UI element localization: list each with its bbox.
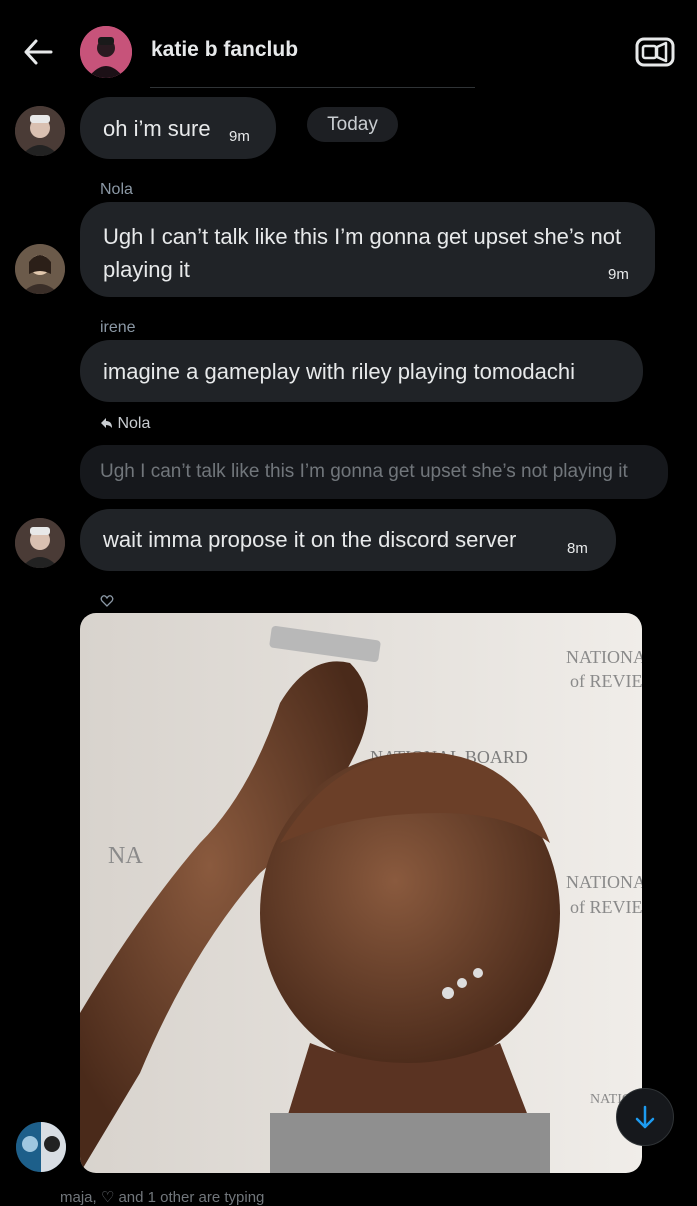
svg-text:NATIONA: NATIONA — [566, 872, 642, 892]
svg-text:of REVIE: of REVIE — [570, 671, 642, 691]
message-text: imagine a gameplay with riley playing to… — [103, 359, 576, 384]
message-time: 9m — [608, 266, 629, 283]
sender-name[interactable]: irene — [100, 319, 136, 337]
svg-text:NA: NA — [108, 843, 143, 869]
reply-to-name: Nola — [117, 415, 151, 432]
typing-indicator: maja, ♡ and 1 other are typing — [60, 1189, 265, 1206]
message-text: wait imma propose it on the discord serv… — [103, 527, 517, 552]
arrow-left-icon — [24, 39, 53, 65]
message-bubble[interactable]: oh i’m sure 9m — [80, 97, 276, 159]
date-separator: Today — [307, 107, 398, 142]
message-bubble[interactable]: Ugh I can’t talk like this I’m gonna get… — [80, 202, 655, 297]
message-bubble[interactable]: imagine a gameplay with riley playing to… — [80, 340, 643, 402]
message-text: Ugh I can’t talk like this I’m gonna get… — [103, 224, 622, 282]
avatar[interactable] — [16, 1122, 66, 1172]
message-time: 8m — [567, 540, 588, 557]
svg-text:NATIONA: NATIONA — [566, 647, 642, 667]
heart-outline-icon — [100, 595, 114, 607]
scroll-to-bottom-button[interactable] — [616, 1088, 674, 1146]
message-bubble[interactable]: wait imma propose it on the discord serv… — [80, 509, 616, 571]
avatar[interactable] — [15, 244, 65, 294]
quoted-message[interactable]: Ugh I can’t talk like this I’m gonna get… — [80, 445, 668, 499]
reply-indicator[interactable]: Nola — [100, 415, 150, 433]
group-avatar[interactable] — [80, 26, 132, 78]
conversation-title[interactable]: katie b fanclub — [151, 38, 298, 62]
avatar[interactable] — [15, 518, 65, 568]
message-text: oh i’m sure — [103, 116, 211, 141]
video-call-button[interactable] — [635, 35, 675, 69]
message-time: 9m — [229, 128, 250, 145]
sender-name[interactable]: Nola — [100, 181, 133, 199]
video-camera-icon — [635, 37, 675, 67]
svg-text:of REVIE: of REVIE — [570, 897, 642, 917]
header-divider — [150, 87, 475, 88]
arrow-down-icon — [635, 1105, 655, 1129]
reply-arrow-icon — [101, 418, 112, 428]
add-reaction-button[interactable] — [100, 594, 114, 613]
back-button[interactable] — [22, 38, 54, 66]
quoted-text: Ugh I can’t talk like this I’m gonna get… — [100, 461, 628, 482]
avatar[interactable] — [15, 106, 65, 156]
gif-image[interactable]: NATIONA of REVIE NATIONAL BOARD NATIONA … — [80, 613, 642, 1173]
